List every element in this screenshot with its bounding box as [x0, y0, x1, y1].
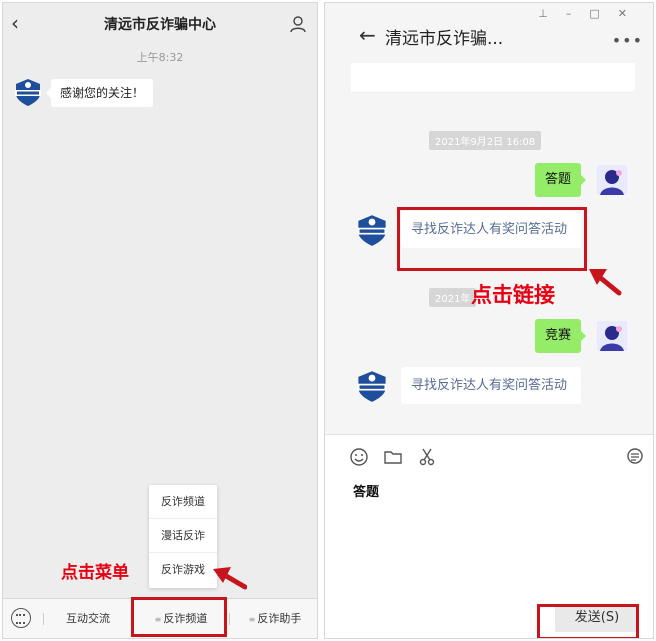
submenu-item-fanzha-channel[interactable]: 反诈频道	[149, 485, 217, 519]
link-card-quiz-2[interactable]: 寻找反诈达人有奖问答活动	[401, 367, 581, 404]
menu-highlight-box	[131, 597, 227, 637]
desktop-chat-title: 清远市反诈骗...	[385, 29, 504, 49]
menu-divider	[229, 613, 230, 625]
sent-message-answer: 答题	[535, 163, 587, 197]
send-highlight-box	[537, 604, 639, 638]
menu-divider	[43, 613, 44, 625]
message-timestamp: 上午8:32	[136, 51, 184, 64]
chat-history-icon[interactable]	[625, 447, 645, 467]
keyboard-icon[interactable]	[11, 608, 31, 628]
scissors-icon[interactable]	[417, 447, 437, 467]
menu-label: 反诈助手	[257, 612, 302, 625]
close-icon[interactable]: ✕	[618, 7, 645, 20]
mobile-chat-panel: ‹ 清远市反诈骗中心 上午8:32 感谢您的关注！ 反诈频道 漫话反诈 反诈游戏…	[2, 2, 318, 639]
minimize-icon[interactable]: –	[566, 7, 590, 20]
greeting-message: 感谢您的关注！	[45, 79, 154, 107]
desktop-chat-panel: ⊥–□✕ ← 清远市反诈骗... ••• 2021年9月2日 16:08 答题 …	[324, 2, 654, 639]
pin-icon[interactable]: ⊥	[538, 7, 566, 20]
submenu-indicator-icon: ≡	[248, 615, 256, 624]
menu-interactive-chat[interactable]: 互动交流	[45, 599, 131, 638]
message-timestamp: 2021年9月2日 16:08	[429, 131, 542, 150]
input-draft-text[interactable]: 答题	[353, 481, 379, 500]
sent-message-contest: 竞赛	[535, 319, 587, 353]
previous-message-card	[351, 63, 635, 91]
click-menu-annotation: 点击菜单	[61, 563, 129, 583]
back-icon[interactable]: ←	[359, 23, 376, 47]
click-link-annotation: 点击链接	[471, 283, 555, 307]
mobile-chat-title: 清远市反诈骗中心	[104, 17, 216, 33]
link-highlight-box	[397, 207, 587, 271]
menu-label: 互动交流	[66, 612, 110, 625]
official-account-avatar	[357, 371, 387, 402]
official-account-avatar	[357, 215, 387, 246]
submenu-popup: 反诈频道 漫话反诈 反诈游戏	[149, 485, 217, 588]
official-account-avatar	[15, 79, 41, 106]
folder-icon[interactable]	[383, 447, 403, 467]
annotation-arrow-icon	[213, 567, 247, 590]
user-avatar	[597, 165, 627, 195]
mobile-header: ‹ 清远市反诈骗中心	[3, 3, 317, 47]
submenu-item-game[interactable]: 反诈游戏	[149, 553, 217, 587]
message-timestamp: 2021年	[429, 288, 477, 307]
person-icon[interactable]	[289, 15, 307, 33]
user-avatar	[597, 321, 627, 351]
more-icon[interactable]: •••	[612, 31, 643, 50]
annotation-arrow-icon	[589, 269, 622, 296]
maximize-icon[interactable]: □	[589, 7, 617, 20]
window-controls: ⊥–□✕	[538, 7, 645, 20]
emoji-icon[interactable]	[349, 447, 369, 467]
menu-fanzha-assistant[interactable]: ≡ 反诈助手	[231, 599, 317, 638]
submenu-item-comic[interactable]: 漫话反诈	[149, 519, 217, 553]
